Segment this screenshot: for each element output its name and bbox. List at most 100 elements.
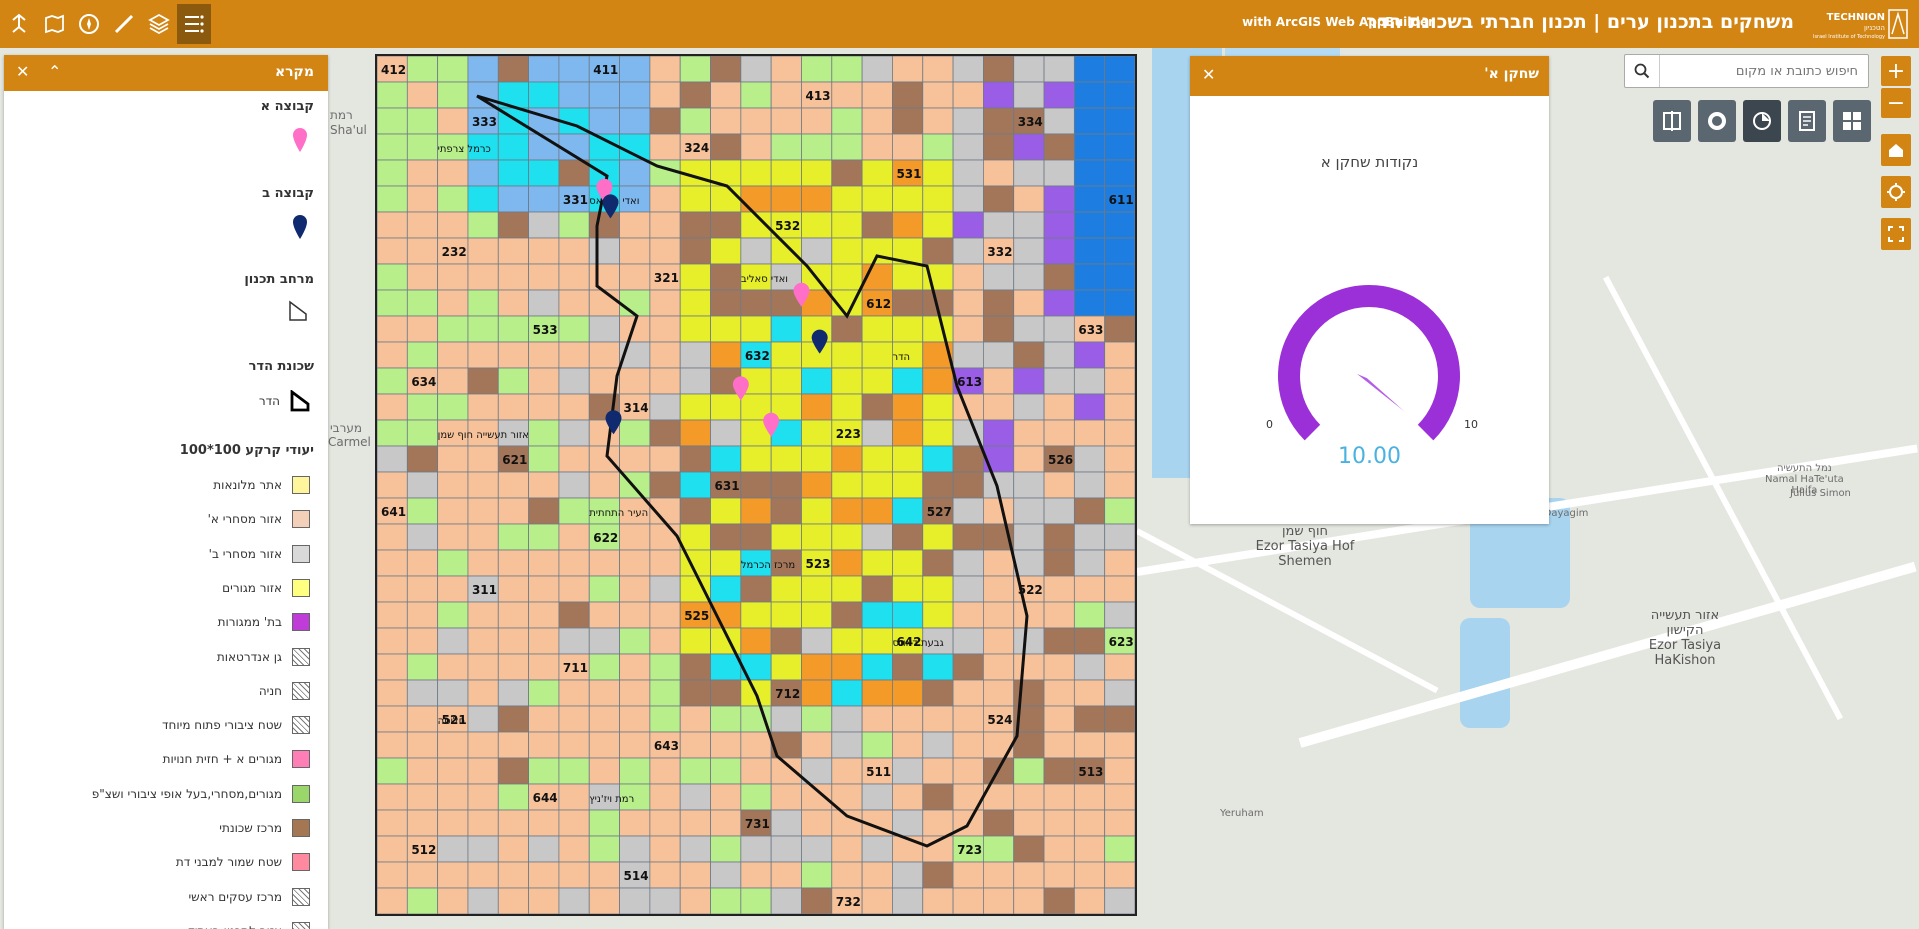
grid-cell[interactable] bbox=[831, 133, 863, 161]
grid-cell[interactable] bbox=[649, 523, 681, 551]
grid-cell[interactable] bbox=[801, 705, 833, 733]
grid-cell[interactable] bbox=[770, 523, 802, 551]
grid-cell[interactable] bbox=[406, 627, 439, 655]
grid-cell[interactable] bbox=[497, 523, 529, 551]
grid-cell[interactable] bbox=[1043, 159, 1075, 187]
grid-cell[interactable] bbox=[588, 575, 620, 603]
grid-cell[interactable] bbox=[892, 419, 924, 447]
grid-cell[interactable] bbox=[437, 341, 469, 369]
grid-cell[interactable] bbox=[588, 601, 620, 629]
grid-cell[interactable] bbox=[377, 523, 408, 551]
grid-cell[interactable] bbox=[558, 523, 590, 551]
grid-cell[interactable] bbox=[1013, 523, 1045, 551]
grid-cell[interactable] bbox=[528, 81, 560, 109]
grid-cell[interactable] bbox=[467, 211, 499, 239]
grid-cell[interactable] bbox=[770, 133, 802, 161]
grid-cell[interactable] bbox=[1073, 887, 1106, 914]
grid-cell[interactable] bbox=[740, 315, 772, 343]
grid-cell[interactable] bbox=[1104, 809, 1135, 837]
grid-cell[interactable] bbox=[619, 731, 651, 759]
grid-cell[interactable] bbox=[1104, 341, 1135, 369]
grid-cell[interactable] bbox=[983, 211, 1015, 239]
grid-cell[interactable] bbox=[1043, 575, 1075, 603]
grid-cell[interactable] bbox=[861, 185, 893, 213]
grid-cell[interactable] bbox=[952, 523, 984, 551]
grid-cell[interactable] bbox=[740, 107, 772, 135]
grid-cell[interactable] bbox=[1013, 315, 1045, 343]
grid-cell[interactable] bbox=[710, 497, 742, 525]
grid-cell[interactable] bbox=[892, 679, 924, 707]
grid-cell[interactable] bbox=[1073, 861, 1106, 889]
grid-cell[interactable] bbox=[922, 185, 954, 213]
grid-cell[interactable] bbox=[983, 263, 1015, 291]
grid-cell[interactable] bbox=[497, 783, 529, 811]
grid-cell[interactable] bbox=[558, 471, 590, 499]
grid-cell[interactable] bbox=[922, 393, 954, 421]
grid-cell[interactable] bbox=[406, 731, 439, 759]
grid-cell[interactable] bbox=[1104, 445, 1135, 473]
grid-cell[interactable] bbox=[1104, 471, 1135, 499]
grid-cell[interactable] bbox=[1013, 367, 1045, 395]
grid-cell[interactable] bbox=[801, 523, 833, 551]
grid-cell[interactable] bbox=[831, 367, 863, 395]
grid-cell[interactable] bbox=[770, 107, 802, 135]
grid-cell[interactable] bbox=[770, 757, 802, 785]
grid-cell[interactable] bbox=[892, 263, 924, 291]
grid-cell[interactable] bbox=[467, 653, 499, 681]
grid-cell[interactable] bbox=[528, 237, 560, 265]
grid-cell[interactable] bbox=[497, 731, 529, 759]
grid-cell[interactable] bbox=[952, 731, 984, 759]
grid-cell[interactable] bbox=[1073, 107, 1106, 135]
grid-cell[interactable] bbox=[619, 263, 651, 291]
grid-cell[interactable] bbox=[710, 56, 742, 83]
grid-cell[interactable] bbox=[892, 731, 924, 759]
grid-cell[interactable] bbox=[710, 81, 742, 109]
grid-cell[interactable] bbox=[710, 549, 742, 577]
grid-cell[interactable] bbox=[1043, 705, 1075, 733]
grid-cell[interactable] bbox=[619, 549, 651, 577]
grid-cell[interactable] bbox=[406, 393, 439, 421]
grid-cell[interactable] bbox=[952, 341, 984, 369]
grid-cell[interactable] bbox=[377, 757, 408, 785]
grid-cell[interactable] bbox=[528, 497, 560, 525]
grid-cell[interactable] bbox=[1043, 887, 1075, 914]
grid-cell[interactable] bbox=[497, 133, 529, 161]
grid-cell[interactable] bbox=[1073, 367, 1106, 395]
grid-cell[interactable] bbox=[619, 575, 651, 603]
grid-cell[interactable] bbox=[740, 185, 772, 213]
grid-cell[interactable] bbox=[892, 185, 924, 213]
grid-cell[interactable] bbox=[1043, 679, 1075, 707]
grid-cell[interactable] bbox=[679, 315, 711, 343]
grid-cell[interactable] bbox=[437, 601, 469, 629]
grid-cell[interactable] bbox=[922, 861, 954, 889]
grid-cell[interactable] bbox=[437, 757, 469, 785]
grid-cell[interactable] bbox=[983, 159, 1015, 187]
grid-cell[interactable] bbox=[1073, 523, 1106, 551]
grid-cell[interactable] bbox=[1073, 471, 1106, 499]
grid-cell[interactable] bbox=[649, 367, 681, 395]
grid-cell[interactable] bbox=[1104, 705, 1135, 733]
grid-cell[interactable] bbox=[710, 237, 742, 265]
grid-cell[interactable] bbox=[952, 627, 984, 655]
grid-cell[interactable] bbox=[377, 809, 408, 837]
grid-cell[interactable] bbox=[740, 783, 772, 811]
grid-cell[interactable] bbox=[377, 107, 408, 135]
grid-cell[interactable] bbox=[619, 627, 651, 655]
grid-cell[interactable] bbox=[437, 263, 469, 291]
grid-cell[interactable] bbox=[528, 263, 560, 291]
grid-cell[interactable] bbox=[558, 861, 590, 889]
grid-cell[interactable] bbox=[801, 419, 833, 447]
grid-cell[interactable] bbox=[437, 575, 469, 603]
grid-cell[interactable] bbox=[1013, 289, 1045, 317]
grid-cell[interactable] bbox=[1013, 783, 1045, 811]
grid-cell[interactable] bbox=[831, 107, 863, 135]
grid-cell[interactable] bbox=[1104, 835, 1135, 863]
grid-cell[interactable] bbox=[377, 211, 408, 239]
grid-cell[interactable] bbox=[1104, 133, 1135, 161]
grid-cell[interactable] bbox=[831, 315, 863, 343]
grid-cell[interactable] bbox=[406, 757, 439, 785]
grid-cell[interactable] bbox=[649, 471, 681, 499]
grid-cell[interactable] bbox=[801, 627, 833, 655]
grid-cell[interactable] bbox=[1104, 367, 1135, 395]
grid-cell[interactable] bbox=[831, 757, 863, 785]
